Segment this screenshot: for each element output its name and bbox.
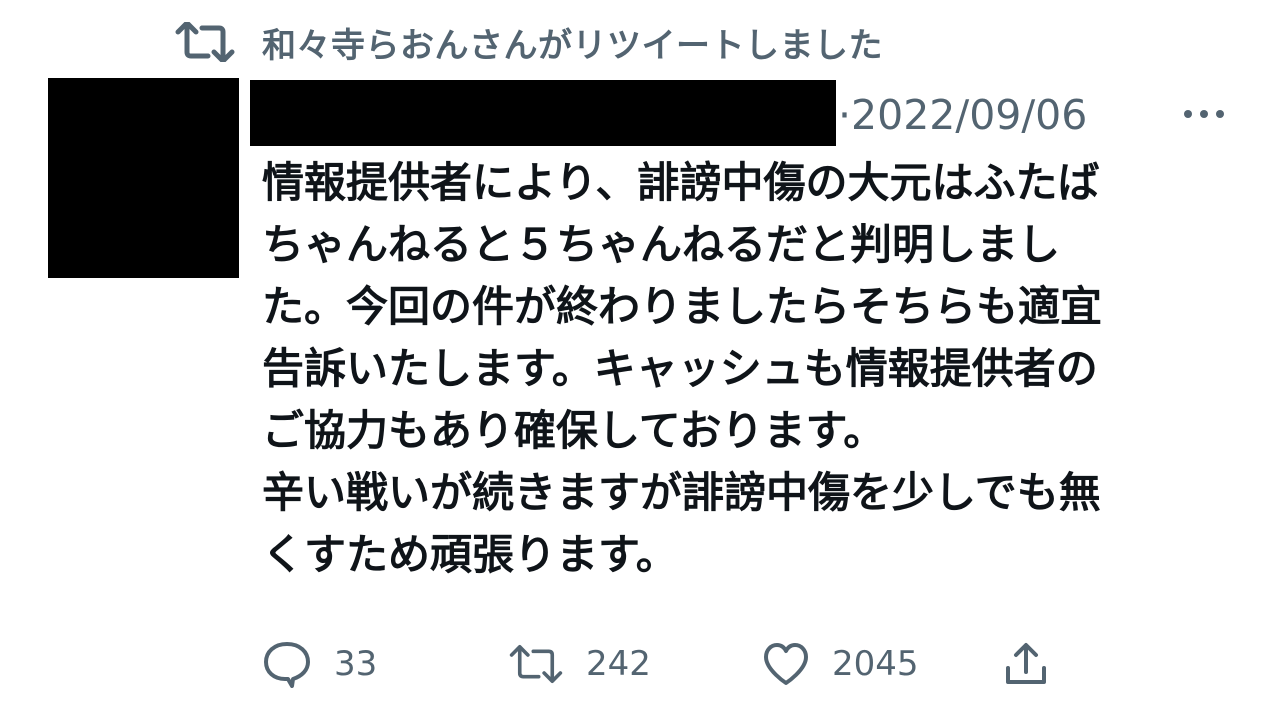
- retweet-icon: [174, 16, 236, 68]
- tweet-date[interactable]: ·2022/09/06: [838, 86, 1087, 144]
- tweet-text: 情報提供者により、誹謗中傷の大元はふたば ちゃんねると５ちゃんねるだと判明しまし…: [262, 158, 1103, 579]
- more-button[interactable]: [1178, 96, 1230, 132]
- retweet-button[interactable]: 242: [508, 636, 651, 692]
- retweet-count: 242: [586, 644, 651, 684]
- reply-icon: [262, 640, 312, 688]
- retweet-icon: [508, 644, 564, 684]
- author-name-redaction: [250, 80, 836, 146]
- like-button[interactable]: 2045: [762, 636, 919, 692]
- share-icon: [1002, 640, 1050, 688]
- heart-icon: [762, 642, 810, 686]
- reply-button[interactable]: 33: [262, 636, 377, 692]
- retweet-header-label[interactable]: 和々寺らおんさんがリツイートしました: [262, 18, 883, 67]
- share-button[interactable]: [1002, 636, 1050, 692]
- more-horizontal-icon: [1182, 108, 1226, 120]
- avatar[interactable]: [48, 78, 239, 278]
- reply-count: 33: [334, 644, 378, 684]
- like-count: 2045: [832, 644, 919, 684]
- retweet-header: 和々寺らおんさんがリツイートしました: [174, 16, 883, 68]
